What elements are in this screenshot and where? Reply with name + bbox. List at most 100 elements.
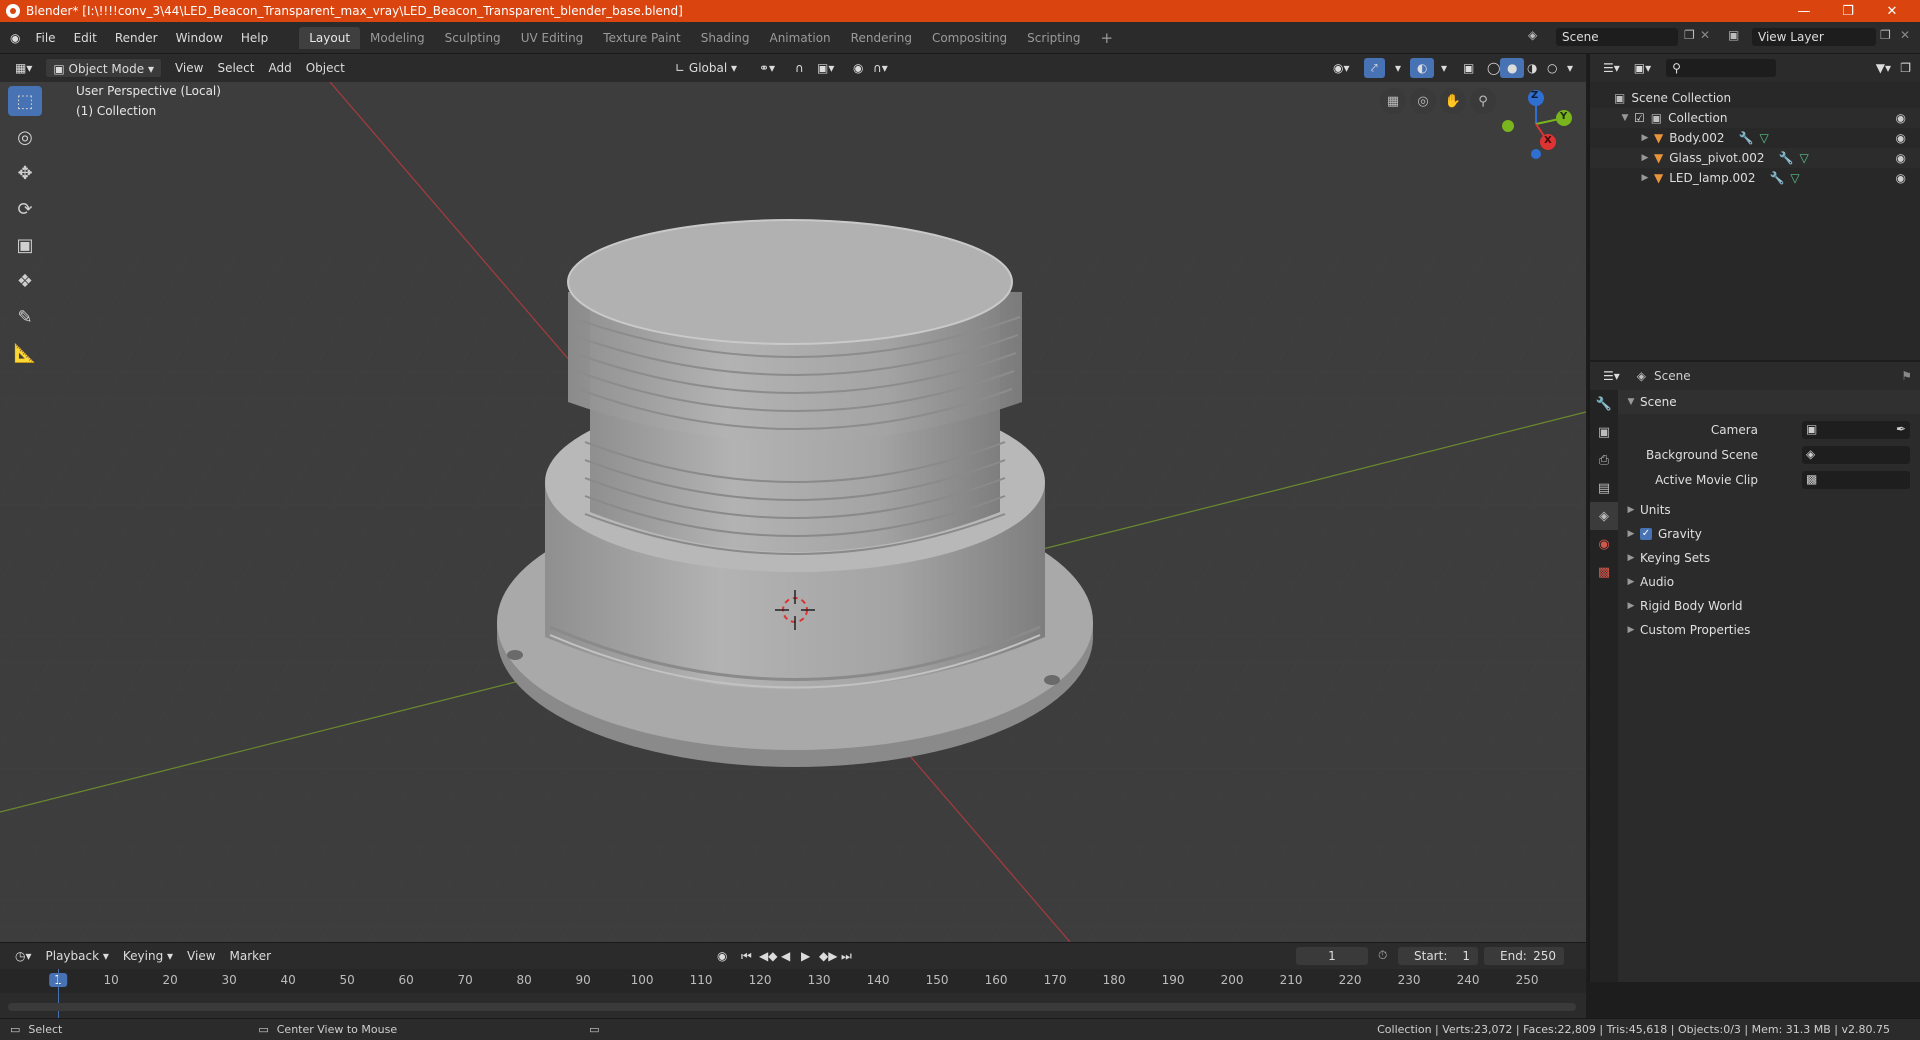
scene-selector-icon[interactable]: ◈	[1528, 28, 1537, 42]
camera-field[interactable]: ▣ ✒	[1802, 421, 1910, 439]
pin-icon[interactable]: ⚑	[1901, 369, 1912, 383]
gravity-subpanel[interactable]: ▶ ✓ Gravity	[1618, 522, 1920, 546]
checkbox-icon[interactable]: ☑	[1634, 111, 1645, 125]
outliner-scene-collection[interactable]: ▣ Scene Collection	[1590, 88, 1920, 108]
gizmo-z-label[interactable]: Z	[1531, 90, 1538, 101]
orientation-dropdown[interactable]: ∟ Global ▾	[668, 58, 744, 78]
cursor-tool-icon[interactable]: ◎	[8, 122, 42, 152]
start-frame-field[interactable]: Start: 1	[1398, 947, 1478, 965]
keying-menu[interactable]: Keying ▾	[116, 946, 180, 966]
stopwatch-icon[interactable]: ⏱	[1378, 948, 1387, 963]
frame-ruler[interactable]: 1102030405060708090100110120130140150160…	[0, 969, 1586, 993]
playhead-line[interactable]	[58, 969, 59, 1019]
eyedropper-icon[interactable]: ✒	[1896, 422, 1906, 436]
delete-scene-icon[interactable]: ✕	[1700, 28, 1710, 42]
menu-add[interactable]: Add	[261, 58, 298, 78]
expand-icon[interactable]: ▶	[1622, 505, 1640, 515]
falloff-icon[interactable]: ∩▾	[866, 58, 895, 78]
new-view-layer-icon[interactable]: ❐	[1880, 28, 1891, 42]
transform-tool-icon[interactable]: ❖	[8, 266, 42, 296]
tab-world-icon[interactable]: ◉	[1590, 530, 1618, 558]
playback-menu[interactable]: Playback ▾	[39, 946, 116, 966]
scene-field[interactable]: Scene	[1556, 28, 1678, 46]
outliner-object-row[interactable]: ▶ ▼ Glass_pivot.002 🔧 ▽ ◉	[1590, 148, 1920, 168]
measure-tool-icon[interactable]: 📐	[8, 338, 42, 368]
timeline-editor-type-icon[interactable]: ◷▾	[8, 946, 39, 966]
tab-render-icon[interactable]: ▣	[1590, 418, 1618, 446]
annotate-tool-icon[interactable]: ✎	[8, 302, 42, 332]
expand-icon[interactable]: ▶	[1622, 601, 1640, 611]
tab-texture-icon[interactable]: ▩	[1590, 558, 1618, 586]
collapse-icon[interactable]: ▼	[1622, 397, 1640, 407]
tab-animation[interactable]: Animation	[759, 27, 840, 49]
overlay-dropdown-icon[interactable]: ▾	[1434, 58, 1454, 78]
tab-uv-editing[interactable]: UV Editing	[511, 27, 594, 49]
menu-object[interactable]: Object	[299, 58, 352, 78]
pivot-icon[interactable]: ⚭▾	[752, 58, 782, 78]
units-subpanel[interactable]: ▶ Units	[1618, 498, 1920, 522]
eye-icon[interactable]: ◉	[1896, 131, 1906, 145]
tab-shading[interactable]: Shading	[691, 27, 760, 49]
gizmo-toggle-icon[interactable]: ⤤	[1364, 58, 1385, 78]
background-scene-field[interactable]: ◈	[1802, 446, 1910, 464]
eye-icon[interactable]: ◉	[1896, 111, 1906, 125]
outliner-editor-type-icon[interactable]: ☰▾	[1596, 58, 1627, 78]
tab-output-icon[interactable]: ⎙	[1590, 446, 1618, 474]
tab-compositing[interactable]: Compositing	[922, 27, 1017, 49]
properties-editor-type-icon[interactable]: ☰▾	[1596, 366, 1627, 386]
timeline-scrollbar[interactable]	[8, 1003, 1576, 1011]
menu-help[interactable]: Help	[232, 28, 277, 48]
custom-properties-subpanel[interactable]: ▶ Custom Properties	[1618, 618, 1920, 642]
marker-menu[interactable]: Marker	[223, 946, 278, 966]
view-layer-field[interactable]: View Layer	[1752, 28, 1876, 46]
expand-icon[interactable]: ▶	[1636, 173, 1654, 183]
tab-scripting[interactable]: Scripting	[1017, 27, 1090, 49]
new-scene-icon[interactable]: ❐	[1684, 28, 1695, 42]
scale-tool-icon[interactable]: ▣	[8, 230, 42, 260]
tab-modeling[interactable]: Modeling	[360, 27, 435, 49]
menu-window[interactable]: Window	[167, 28, 232, 48]
tab-layout[interactable]: Layout	[299, 26, 361, 49]
outliner-search-input[interactable]: ⚲	[1666, 59, 1777, 77]
gizmo-dropdown-icon[interactable]: ▾	[1388, 58, 1408, 78]
outliner-collection[interactable]: ▼ ☑ ▣ Collection ◉	[1590, 108, 1920, 128]
xray-icon[interactable]: ▣	[1456, 58, 1481, 78]
camera-view-icon[interactable]: ◎	[1410, 88, 1436, 114]
editor-type-icon[interactable]: ▦▾	[8, 58, 39, 78]
zoom-icon[interactable]: ⚲	[1470, 88, 1496, 114]
close-icon[interactable]: ✕	[1870, 0, 1914, 22]
pan-hand-icon[interactable]: ✋	[1440, 88, 1466, 114]
outliner-object-row[interactable]: ▶ ▼ LED_lamp.002 🔧 ▽ ◉	[1590, 168, 1920, 188]
gravity-checkbox[interactable]: ✓	[1640, 528, 1652, 540]
timeline-view-menu[interactable]: View	[180, 946, 222, 966]
expand-icon[interactable]: ▶	[1636, 133, 1654, 143]
tab-rendering[interactable]: Rendering	[841, 27, 922, 49]
expand-icon[interactable]: ▶	[1622, 529, 1640, 539]
display-mode-icon[interactable]: ▣▾	[1627, 58, 1658, 78]
visibility-icon[interactable]: ◉▾	[1326, 58, 1357, 78]
add-workspace-icon[interactable]: +	[1091, 27, 1124, 49]
menu-edit[interactable]: Edit	[65, 28, 106, 48]
gizmo-y-label[interactable]: Y	[1560, 111, 1567, 122]
rotate-tool-icon[interactable]: ⟳	[8, 194, 42, 224]
mode-dropdown[interactable]: ▣ Object Mode ▾	[45, 58, 162, 78]
menu-select[interactable]: Select	[210, 58, 261, 78]
toggle-camera-grid-icon[interactable]: ▦	[1380, 88, 1406, 114]
shading-dropdown-icon[interactable]: ▾	[1560, 58, 1580, 78]
tab-texture-paint[interactable]: Texture Paint	[593, 27, 690, 49]
menu-render[interactable]: Render	[106, 28, 167, 48]
select-box-tool-icon[interactable]: ⬚	[8, 86, 42, 116]
menu-file[interactable]: File	[26, 28, 64, 48]
delete-view-layer-icon[interactable]: ✕	[1900, 28, 1910, 42]
snap-target-icon[interactable]: ▣▾	[810, 58, 841, 78]
expand-icon[interactable]: ▶	[1622, 577, 1640, 587]
tab-sculpting[interactable]: Sculpting	[435, 27, 511, 49]
menu-view[interactable]: View	[168, 58, 210, 78]
rigid-body-world-subpanel[interactable]: ▶ Rigid Body World	[1618, 594, 1920, 618]
new-collection-icon[interactable]: ❐	[1893, 58, 1918, 78]
record-icon[interactable]: ◉	[710, 946, 734, 966]
minimize-icon[interactable]: —	[1782, 0, 1826, 22]
tab-view-layer-icon[interactable]: ▤	[1590, 474, 1618, 502]
movie-clip-field[interactable]: ▩	[1802, 471, 1910, 489]
keying-sets-subpanel[interactable]: ▶ Keying Sets	[1618, 546, 1920, 570]
